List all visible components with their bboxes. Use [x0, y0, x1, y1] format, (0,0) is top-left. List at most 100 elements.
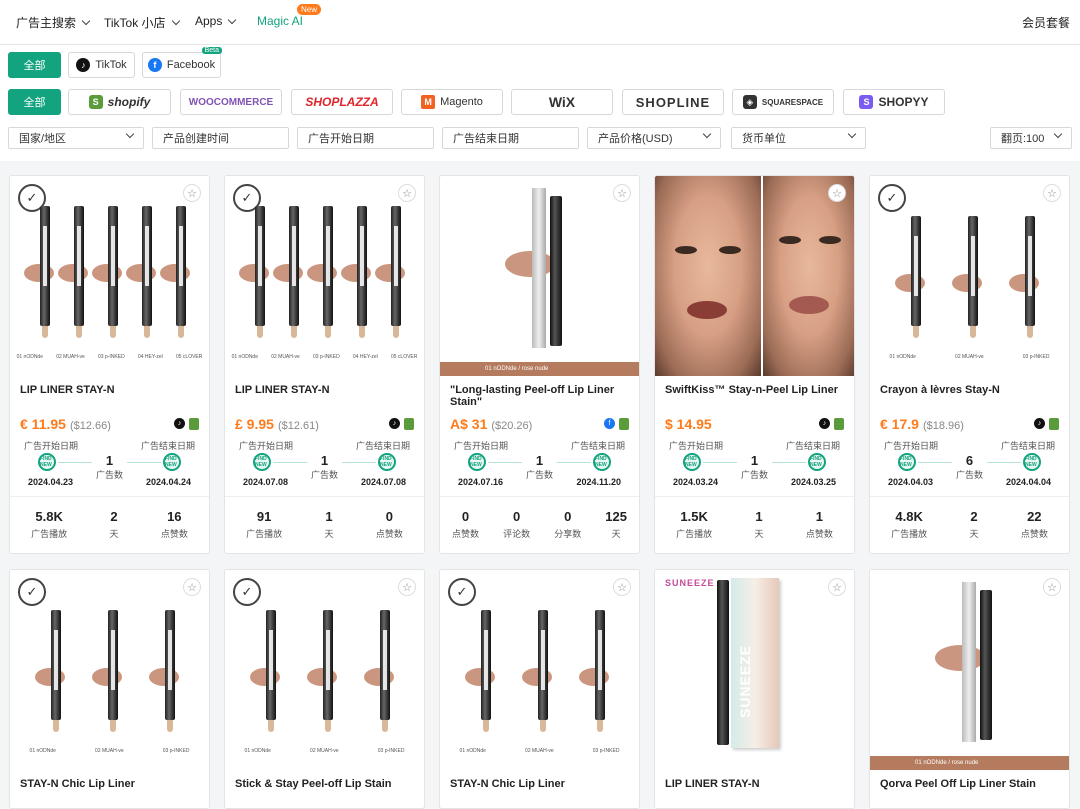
store-woocommerce-button[interactable]: WOOCOMMERCE — [180, 89, 282, 115]
product-image[interactable]: ✓ 01 nODNde 02 MUAH-ve 03 p-INKED ☆ — [870, 176, 1069, 376]
star-favorite-icon[interactable]: ☆ — [613, 578, 631, 596]
find-new-badge-icon: FIND NEW — [163, 453, 181, 471]
product-title[interactable]: Qorva Peel Off Lip Liner Stain — [880, 778, 1059, 790]
product-title[interactable]: Crayon à lèvres Stay-N — [880, 384, 1059, 396]
ad-count-label: 广告数 — [525, 470, 554, 480]
star-favorite-icon[interactable]: ☆ — [183, 184, 201, 202]
product-image[interactable]: ✓ 01 nODNde 02 MUAH-ve 03 p-INKED ☆ — [10, 570, 209, 770]
product-card[interactable]: ☆ SwiftKiss™ Stay-n-Peel Lip Liner $ 14.95… — [654, 175, 855, 554]
stat-label: 点赞数 — [452, 529, 480, 539]
store-squarespace-button[interactable]: ◈ SQUARESPACE — [732, 89, 834, 115]
lip-stain-tube — [962, 582, 976, 742]
stat-label: 评论数 — [503, 529, 531, 539]
stat-value: 2 — [110, 509, 118, 524]
store-shopline-button[interactable]: SHOPLINE — [622, 89, 724, 115]
product-card[interactable]: ✓ 01 nODNde 02 MUAH-ve 03 p-INKED ☆ STAY-N Ch… — [9, 569, 210, 809]
ad-start-date: 2024.07.16 — [458, 477, 504, 487]
product-card[interactable]: SUNEEZE SUNEEZE ☆ LIP LINER STAY-N — [654, 569, 855, 809]
ad-count-value: 6 — [965, 453, 974, 468]
product-title[interactable]: LIP LINER STAY-N — [20, 384, 199, 396]
product-image[interactable]: ✓ 01 nODNde 02 MUAH-ve 03 p-INKED ☆ — [225, 570, 424, 770]
price-value: A$ 31 — [450, 416, 488, 432]
product-card[interactable]: ✓ 01 nODNde 02 MUAH-ve 03 p-INKED 04 HEY-zel… — [224, 175, 425, 554]
product-title[interactable]: "Long-lasting Peel-off Lip Liner Stain" — [450, 384, 629, 408]
product-card[interactable]: ✓ 01 nODNde 02 MUAH-ve 03 p-INKED ☆ Crayon à … — [869, 175, 1070, 554]
star-favorite-icon[interactable]: ☆ — [828, 578, 846, 596]
currency-select[interactable]: 货币单位 — [731, 127, 866, 149]
product-image[interactable]: 01 nODNde / rose nude ☆ — [870, 570, 1069, 770]
stat-item: 4.8K 广告播放 — [891, 509, 927, 540]
star-favorite-icon[interactable]: ☆ — [828, 184, 846, 202]
star-favorite-icon[interactable]: ☆ — [183, 578, 201, 596]
product-title[interactable]: LIP LINER STAY-N — [665, 778, 844, 790]
ad-count: 1 广告数 — [741, 453, 768, 481]
store-shoplazza-button[interactable]: SHOPLAZZA — [291, 89, 393, 115]
platform-icons: ♪ — [819, 418, 844, 430]
shade-caption: 02 MUAH-ve — [525, 748, 554, 754]
product-title[interactable]: STAY-N Chic Lip Liner — [450, 778, 629, 790]
product-image[interactable]: ✓ 01 nODNde 02 MUAH-ve 03 p-INKED 04 HEY-zel… — [225, 176, 424, 376]
ad-timeline: FIND NEW 1 广告数 FIND NEW — [468, 453, 611, 480]
nav-apps[interactable]: Apps — [195, 14, 237, 28]
product-image[interactable]: ✓ 01 nODNde 02 MUAH-ve 03 p-INKED 04 HEY-zel… — [10, 176, 209, 376]
squarespace-icon: ◈ — [742, 95, 757, 109]
price-select[interactable]: 产品价格(USD) — [587, 127, 721, 149]
divider — [655, 496, 854, 497]
product-image[interactable]: SUNEEZE SUNEEZE ☆ — [655, 570, 854, 770]
ad-end-label: 广告结束日期 — [570, 441, 625, 451]
platform-all-button[interactable]: 全部 — [8, 52, 61, 78]
product-title[interactable]: STAY-N Chic Lip Liner — [20, 778, 199, 790]
currency-select-value: 货币单位 — [742, 133, 786, 145]
facebook-label: Facebook — [166, 59, 216, 71]
product-image[interactable]: ✓ 01 nODNde 02 MUAH-ve 03 p-INKED ☆ — [440, 570, 639, 770]
product-title[interactable]: SwiftKiss™ Stay-n-Peel Lip Liner — [665, 384, 844, 396]
store-wix-button[interactable]: WiX — [511, 89, 613, 115]
shade-caption: 03 p-INKED — [592, 748, 620, 754]
product-card[interactable]: ✓ 01 nODNde 02 MUAH-ve 03 p-INKED ☆ Stick & S… — [224, 569, 425, 809]
store-magento-button[interactable]: M Magento — [401, 89, 503, 115]
nav-advertiser-search[interactable]: 广告主搜索 — [16, 14, 91, 31]
timeline-line — [273, 462, 307, 463]
member-plans-link[interactable]: 会员套餐 — [1022, 14, 1070, 31]
star-favorite-icon[interactable]: ☆ — [1043, 578, 1061, 596]
star-favorite-icon[interactable]: ☆ — [613, 184, 631, 202]
store-all-button[interactable]: 全部 — [8, 89, 61, 115]
platform-tiktok-button[interactable]: ♪ TikTok — [68, 52, 135, 78]
chevron-down-icon — [847, 129, 857, 139]
ad-end-date: 2024.04.04 — [1005, 477, 1051, 487]
ad-end-date-input[interactable]: 广告结束日期 — [442, 127, 579, 149]
product-image[interactable]: 01 nODNde / rose nude ☆ — [440, 176, 639, 376]
ad-start-date: 2024.03.24 — [673, 477, 719, 487]
stat-item: 0 评论数 — [503, 509, 530, 540]
star-favorite-icon[interactable]: ☆ — [398, 184, 416, 202]
product-card[interactable]: 01 nODNde / rose nude ☆ Qorva Peel Off Lip… — [869, 569, 1070, 809]
star-favorite-icon[interactable]: ☆ — [398, 578, 416, 596]
store-shopyy-button[interactable]: S SHOPYY — [843, 89, 945, 115]
created-date-input[interactable]: 产品创建时间 — [152, 127, 289, 149]
product-title[interactable]: LIP LINER STAY-N — [235, 384, 414, 396]
new-badge: New — [297, 4, 322, 15]
product-image[interactable]: ☆ — [655, 176, 854, 376]
star-favorite-icon[interactable]: ☆ — [1043, 184, 1061, 202]
platform-facebook-button[interactable]: f Facebook Beta — [142, 47, 222, 78]
shade-caption: 03 p-INKED — [313, 354, 340, 360]
store-shopify-button[interactable]: Sshopify — [68, 89, 171, 115]
chevron-down-icon — [81, 16, 91, 26]
product-card[interactable]: ✓ 01 nODNde 02 MUAH-ve 03 p-INKED 04 HEY-zel… — [9, 175, 210, 554]
product-price: $ 14.95 — [665, 416, 716, 432]
stat-label: 分享数 — [554, 529, 582, 539]
find-new-badge-icon: FIND NEW — [38, 453, 56, 471]
region-select[interactable]: 国家/地区 — [8, 127, 144, 149]
nav-magic-ai[interactable]: Magic AI — [257, 14, 303, 28]
ad-end-date: 2024.07.08 — [360, 477, 406, 487]
per-page-select[interactable]: 翻页:100 — [990, 127, 1072, 149]
stat-label: 点赞数 — [805, 529, 833, 539]
stat-item: 22 点赞数 — [1021, 509, 1048, 540]
product-title[interactable]: Stick & Stay Peel-off Lip Stain — [235, 778, 414, 790]
nav-tiktok-shop[interactable]: TikTok 小店 — [104, 14, 180, 31]
ad-start-date-input[interactable]: 广告开始日期 — [297, 127, 434, 149]
timeline-line — [703, 462, 737, 463]
product-card[interactable]: ✓ 01 nODNde 02 MUAH-ve 03 p-INKED ☆ STAY-N Ch… — [439, 569, 640, 809]
find-new-badge-icon: FIND NEW — [378, 453, 396, 471]
product-card[interactable]: 01 nODNde / rose nude ☆ "Long-lasting Peel… — [439, 175, 640, 554]
